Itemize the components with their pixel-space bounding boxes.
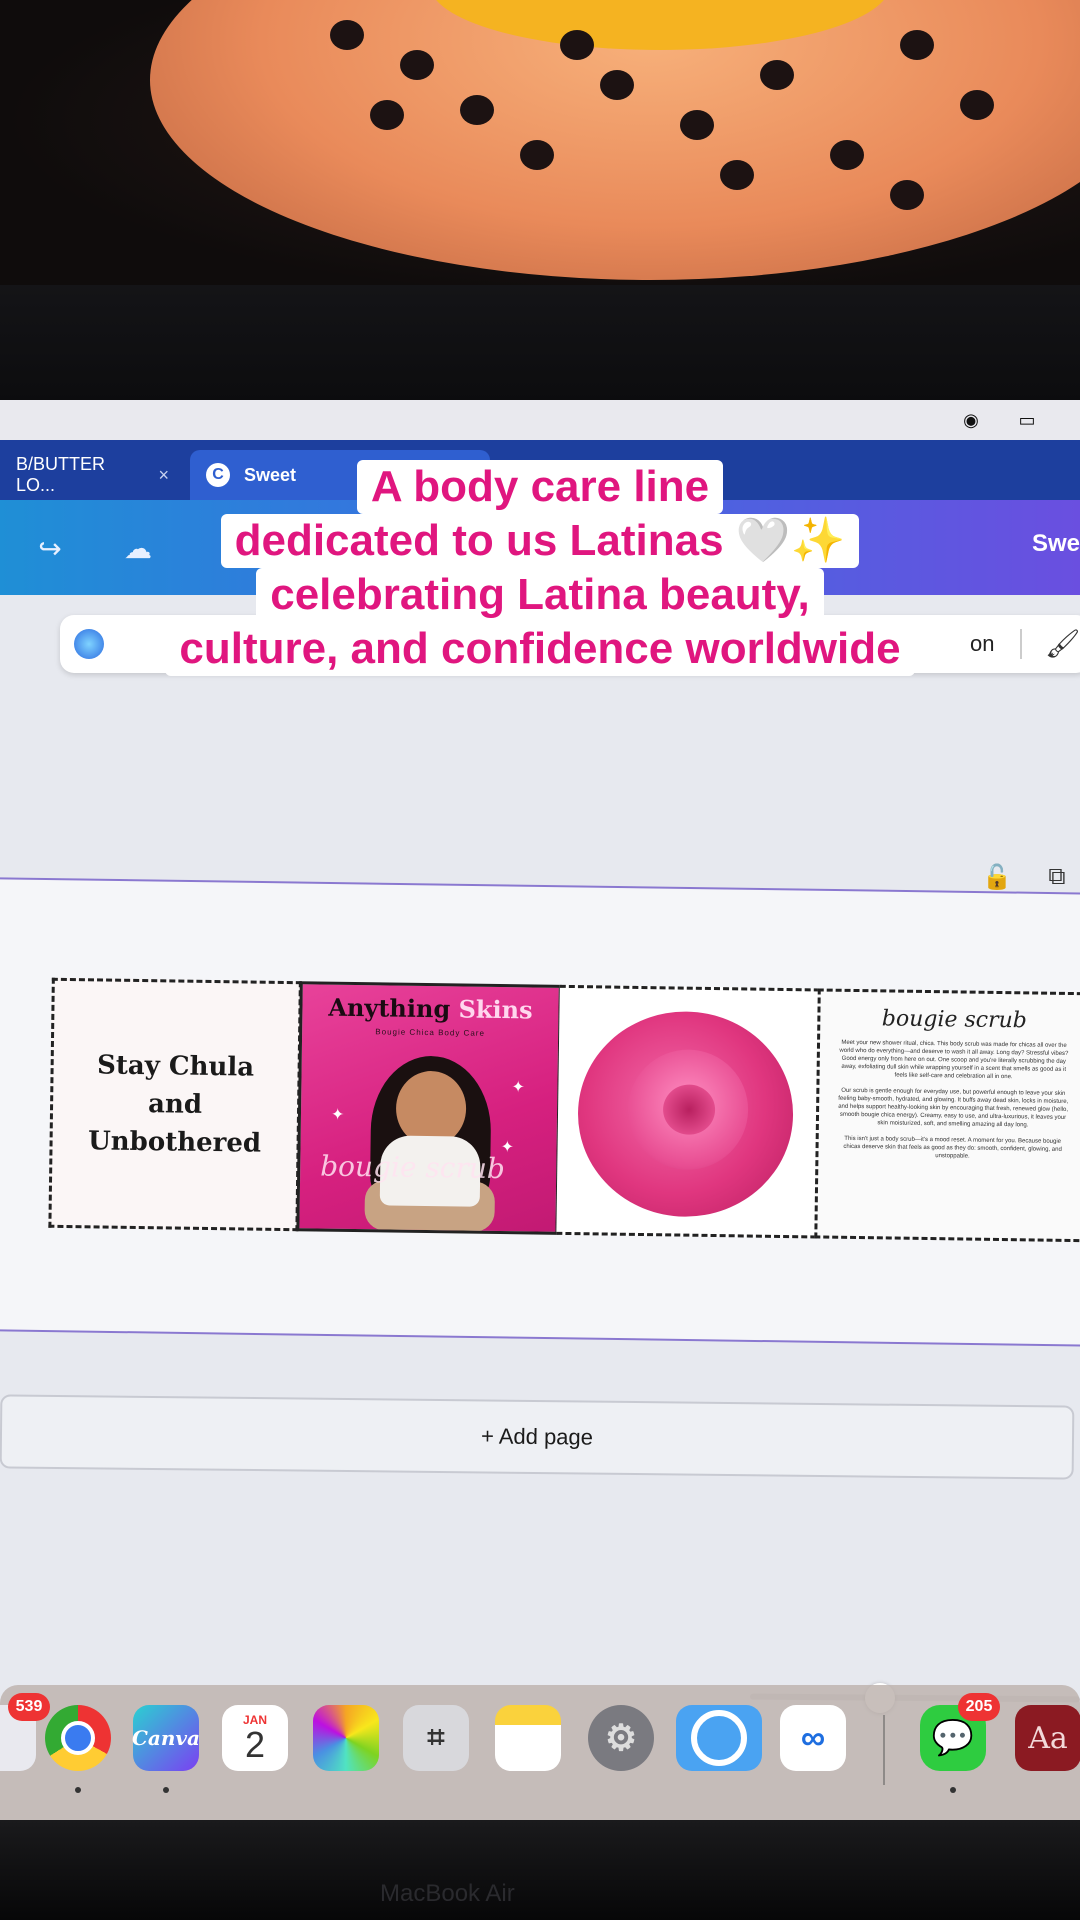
canva-app-icon[interactable]: Canva xyxy=(132,1705,200,1771)
caption-line: culture, and confidence worldwide xyxy=(165,622,915,676)
onlyfans-app-icon[interactable]: ∞ xyxy=(780,1705,846,1771)
label-panel-slogan[interactable]: Stay Chula and Unbothered xyxy=(48,977,302,1232)
lamp-hole xyxy=(680,110,714,140)
description-paragraph: This isn't just a body scrub—it's a mood… xyxy=(843,1135,1062,1160)
laptop-bezel xyxy=(0,285,1080,405)
caption-line: celebrating Latina beauty, xyxy=(256,568,824,622)
lamp-hole xyxy=(460,95,494,125)
calendar-day: 2 xyxy=(244,1724,266,1765)
brand-subtitle: Bougie Chica Body Care xyxy=(375,1027,485,1038)
macbook-label: MacBook Air xyxy=(380,1880,515,1907)
lamp-hole xyxy=(600,70,634,100)
window-layout-icon[interactable]: ▭ xyxy=(1014,407,1040,433)
brand-title-highlight: Skins xyxy=(458,994,533,1025)
background-lamp-scene xyxy=(0,0,1080,300)
lamp-hole xyxy=(890,180,924,210)
add-page-button[interactable]: + Add page xyxy=(0,1394,1075,1480)
lamp-hole xyxy=(520,140,554,170)
lamp-hole xyxy=(830,140,864,170)
chrome-app-icon[interactable] xyxy=(45,1705,111,1771)
running-indicator xyxy=(163,1787,169,1793)
lamp-hole xyxy=(760,60,794,90)
script-overlay: bougie scrub xyxy=(320,1149,506,1186)
lamp-hole xyxy=(330,20,364,50)
lamp-hole xyxy=(720,160,754,190)
slogan-text: Stay Chula and Unbothered xyxy=(87,1050,262,1159)
system-settings-icon[interactable]: ⚙ xyxy=(588,1705,654,1771)
active-app-icon[interactable] xyxy=(676,1705,762,1771)
label-design-strip[interactable]: Stay Chula and Unbothered Anything Skins… xyxy=(48,977,1080,1252)
lamp-hole xyxy=(400,50,434,80)
notes-app-icon[interactable] xyxy=(495,1705,561,1771)
messages-badge: 205 xyxy=(958,1693,1000,1721)
duplicate-page-icon[interactable]: ⧉ xyxy=(1040,860,1074,894)
mac-dock: 539 Canva JAN 2 ⌗ ⚙ ∞ 💬 205 Aa xyxy=(0,1685,1080,1820)
dictionary-app-icon[interactable]: Aa xyxy=(1015,1705,1080,1771)
speech-bubble-icon: 💬 xyxy=(931,1719,975,1757)
description-paragraph: Our scrub is gentle enough for everyday … xyxy=(838,1087,1069,1129)
creative-cloud-icon[interactable]: ◉ xyxy=(958,407,984,433)
running-indicator xyxy=(75,1787,81,1793)
label-panel-description[interactable]: bougie scrub Meet your new shower ritual… xyxy=(814,988,1080,1243)
mac-menubar: ◉ ▭ xyxy=(0,400,1080,441)
lamp-hole xyxy=(900,30,934,60)
description-title: bougie scrub xyxy=(881,1006,1028,1034)
laptop-bezel-bottom xyxy=(0,1820,1080,1920)
brand-title: Anything Skins xyxy=(302,992,558,1025)
unlock-icon[interactable]: 🔓 xyxy=(980,860,1014,894)
caption-line: dedicated to us Latinas 🤍✨ xyxy=(220,514,860,568)
mail-app-icon[interactable]: 539 xyxy=(0,1693,50,1771)
video-caption: A body care line dedicated to us Latinas… xyxy=(0,460,1080,676)
description-paragraph: Meet your new shower ritual, chica. This… xyxy=(839,1039,1069,1081)
messages-app-icon[interactable]: 💬 205 xyxy=(920,1693,1000,1771)
lamp-hole xyxy=(560,30,594,60)
caption-line: A body care line xyxy=(356,460,724,514)
sparkle-icon: ✦ xyxy=(511,1079,525,1097)
calendar-app-icon[interactable]: JAN 2 xyxy=(222,1705,288,1771)
running-indicator xyxy=(950,1787,956,1793)
lamp-hole xyxy=(370,100,404,130)
label-panel-rose[interactable] xyxy=(556,984,820,1239)
screenshot-app-icon[interactable]: ⌗ xyxy=(403,1705,469,1771)
loading-ring-icon xyxy=(691,1710,747,1766)
mail-badge: 539 xyxy=(8,1693,50,1721)
sparkle-icon: ✦ xyxy=(330,1106,345,1124)
lamp-hole xyxy=(960,90,994,120)
label-panel-brand[interactable]: Anything Skins Bougie Chica Body Care ✦ … xyxy=(296,981,562,1235)
brand-title-part: Anything xyxy=(328,992,459,1024)
photos-app-icon[interactable] xyxy=(313,1705,379,1771)
chrome-center xyxy=(61,1721,95,1755)
dock-divider xyxy=(883,1715,885,1785)
